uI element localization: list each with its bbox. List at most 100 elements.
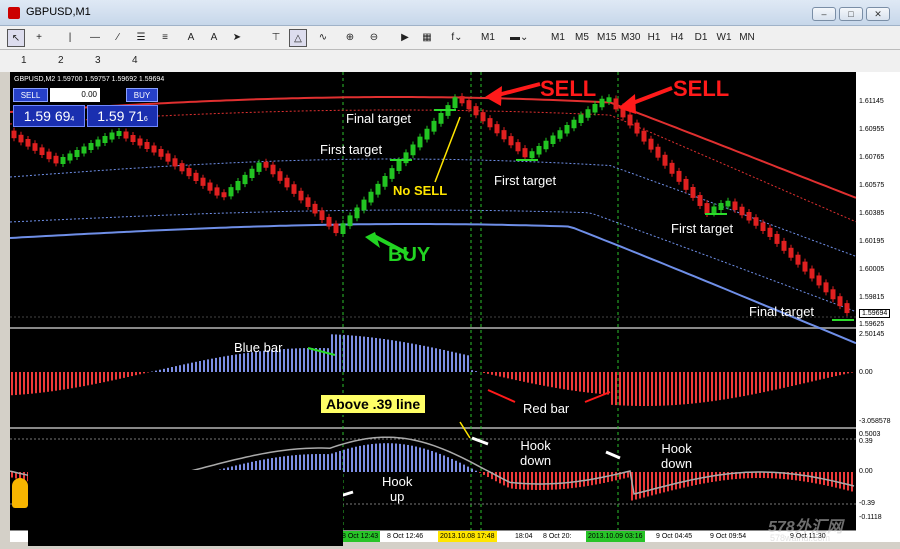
cursor-tool-icon[interactable]: ↖ [7, 29, 25, 47]
candle-body [676, 170, 682, 182]
minimize-button[interactable]: – [812, 7, 836, 21]
hook-down-annotation-2: Hook down [661, 441, 693, 471]
candle-body [326, 216, 332, 227]
candle-body [305, 197, 311, 207]
period-dropdown[interactable]: M1 [480, 29, 496, 47]
candle-body [592, 104, 598, 113]
candle-body [270, 164, 276, 175]
candle-body [354, 207, 360, 219]
zoom-in-icon[interactable]: ⊕ [342, 29, 358, 47]
candle-body [802, 261, 808, 272]
candle-body [319, 210, 325, 220]
arrows-tool-icon[interactable]: ➤ [229, 29, 245, 47]
chart-shift-icon[interactable]: ▶ [397, 29, 413, 47]
candle-body [277, 171, 283, 181]
candle-body [137, 138, 143, 146]
trendline-icon[interactable]: ∕ [110, 29, 126, 47]
candle-body [522, 148, 528, 158]
sell-button[interactable]: SELL [13, 88, 48, 102]
candle-body [550, 135, 556, 144]
bid-price[interactable]: 1.59 694 [13, 105, 85, 127]
lot-input[interactable]: 0.00 [50, 88, 100, 102]
price-tick: 1.59815 [859, 294, 885, 301]
watermark-url: 578waihui.com [770, 533, 831, 543]
candle-body [634, 122, 640, 134]
candle-body [347, 215, 353, 227]
text-label-tool-icon[interactable]: A [206, 29, 222, 47]
period-separator-icon[interactable]: ⊤ [268, 29, 284, 47]
text-tool-icon[interactable]: A [183, 29, 199, 47]
candle-body [53, 155, 59, 164]
tf-h4[interactable]: H4 [669, 29, 685, 47]
final-target-annotation-2: Final target [749, 304, 815, 319]
time-tick: 9 Oct 04:45 [656, 533, 693, 540]
candle-body [466, 100, 472, 110]
tf-m1[interactable]: M1 [550, 29, 566, 47]
crosshair-icon[interactable]: + [31, 29, 47, 47]
candle-body [200, 177, 206, 186]
candle-body [823, 282, 829, 293]
bid-price-pipette: 4 [70, 116, 75, 123]
ind1-tick: -3.058578 [859, 418, 891, 425]
time-tick: 8 Oct 20: [543, 533, 572, 540]
candle-body [697, 195, 703, 206]
close-button[interactable]: ✕ [866, 7, 890, 21]
candle-body [116, 131, 122, 136]
price-tick: 1.60765 [859, 154, 885, 161]
candle-body [417, 136, 423, 148]
candle-body [599, 98, 605, 108]
ask-price-value: 1.59 71 [97, 108, 144, 124]
candle-body [235, 181, 241, 191]
candle-body [830, 289, 836, 300]
ask-price[interactable]: 1.59 716 [87, 105, 158, 127]
tf-m30[interactable]: M30 [621, 29, 640, 47]
above-39-line-annotation: Above .39 line [319, 393, 428, 415]
candle-body [711, 206, 717, 214]
candle-body [151, 145, 157, 153]
time-tick: 9 Oct 09:54 [710, 533, 747, 540]
tf-m15[interactable]: M15 [597, 29, 616, 47]
candle-body [578, 114, 584, 123]
price-tick: 1.60005 [859, 266, 885, 273]
candle-body [340, 223, 346, 234]
price-tick: 1.59625 [859, 321, 885, 328]
vertical-line-icon[interactable]: | [62, 29, 78, 47]
fibonacci-icon[interactable]: ≡ [157, 29, 173, 47]
tf-d1[interactable]: D1 [693, 29, 709, 47]
tf-h1[interactable]: H1 [646, 29, 662, 47]
tf-m5[interactable]: M5 [574, 29, 590, 47]
candle-body [25, 139, 31, 147]
ind1-tick: 0.00 [859, 369, 873, 376]
candle-body [452, 97, 458, 108]
candle-body [228, 187, 234, 197]
maximize-button[interactable]: □ [839, 7, 863, 21]
candle-body [501, 130, 507, 140]
candle-body [739, 206, 745, 216]
mid-band-dotted [10, 158, 856, 257]
candle-body [95, 139, 101, 147]
tf-w1[interactable]: W1 [716, 29, 732, 47]
candle-body [11, 130, 17, 139]
candle-body [193, 172, 199, 181]
sell-annotation-2: SELL [673, 76, 730, 101]
final-target-annotation-1: Final target [346, 111, 412, 126]
indicator-icon[interactable]: ∿ [315, 29, 331, 47]
channel-icon[interactable]: ☰ [133, 29, 149, 47]
candle-body [361, 199, 367, 211]
candle-body [256, 162, 262, 172]
indicators-menu-icon[interactable]: f⌄ [449, 29, 465, 47]
candle-body [32, 143, 38, 151]
tf-mn[interactable]: MN [739, 29, 755, 47]
candle-body [473, 106, 479, 116]
zoom-out-icon[interactable]: ⊖ [366, 29, 382, 47]
horizontal-line-icon[interactable]: — [87, 29, 103, 47]
one-click-trading-panel: SELL 0.00 BUY 1.59 694 1.59 716 [13, 88, 158, 128]
autoscroll-icon[interactable]: △ [289, 29, 307, 47]
buy-button[interactable]: BUY [126, 88, 158, 102]
templates-icon[interactable]: ▬⌄ [510, 29, 528, 47]
candle-body [760, 222, 766, 231]
grid-icon[interactable]: ▦ [419, 29, 435, 47]
candle-body [809, 268, 815, 279]
candle-body [18, 134, 24, 143]
candle-body [774, 233, 780, 244]
